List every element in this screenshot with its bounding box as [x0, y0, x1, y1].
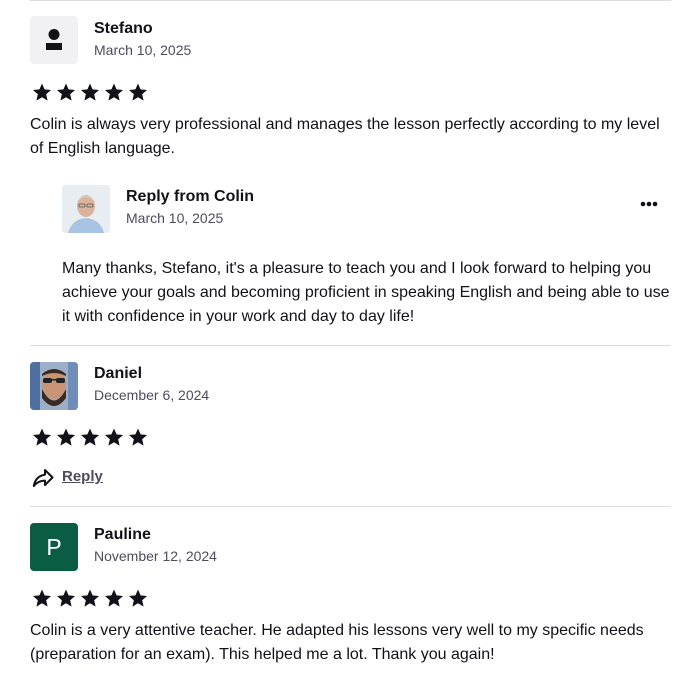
star-icon — [33, 83, 51, 101]
star-icon — [105, 428, 123, 446]
reply-button[interactable]: Reply — [30, 466, 103, 490]
tutor-avatar — [62, 185, 110, 233]
star-icon — [57, 589, 75, 607]
star-icon — [105, 83, 123, 101]
star-icon — [57, 83, 75, 101]
reply-arrow-icon — [32, 469, 54, 487]
more-options-button[interactable] — [640, 194, 658, 212]
review-text: Colin is a very attentive teacher. He ad… — [30, 622, 644, 663]
star-icon — [129, 83, 147, 101]
more-options-icon — [640, 201, 658, 207]
star-icon — [81, 83, 99, 101]
review-date: March 10, 2025 — [94, 42, 192, 58]
reviewer-name: Daniel — [94, 365, 143, 382]
reply-link[interactable]: Reply — [62, 468, 103, 485]
star-icon — [33, 589, 51, 607]
avatar: P — [30, 523, 78, 571]
divider — [30, 0, 671, 1]
star-icon — [105, 589, 123, 607]
star-rating — [32, 588, 148, 608]
reply-text: Many thanks, Stefano, it's a pleasure to… — [62, 260, 670, 325]
review-text: Colin is always very professional and ma… — [30, 116, 660, 157]
star-rating — [32, 82, 148, 102]
avatar — [30, 16, 78, 64]
star-rating — [32, 427, 148, 447]
divider — [30, 506, 671, 507]
star-icon — [81, 428, 99, 446]
reply-date: March 10, 2025 — [126, 210, 224, 226]
divider — [30, 345, 671, 346]
star-icon — [129, 589, 147, 607]
avatar-initial: P — [46, 534, 62, 560]
reply-title: Reply from Colin — [126, 188, 255, 205]
user-placeholder-icon — [46, 29, 62, 50]
star-icon — [57, 428, 75, 446]
star-icon — [81, 589, 99, 607]
review-date: November 12, 2024 — [94, 548, 217, 564]
reviewer-name: Pauline — [94, 526, 151, 543]
reviewer-name: Stefano — [94, 20, 153, 37]
star-icon — [129, 428, 147, 446]
star-icon — [33, 428, 51, 446]
avatar — [30, 362, 78, 410]
review-date: December 6, 2024 — [94, 387, 210, 403]
